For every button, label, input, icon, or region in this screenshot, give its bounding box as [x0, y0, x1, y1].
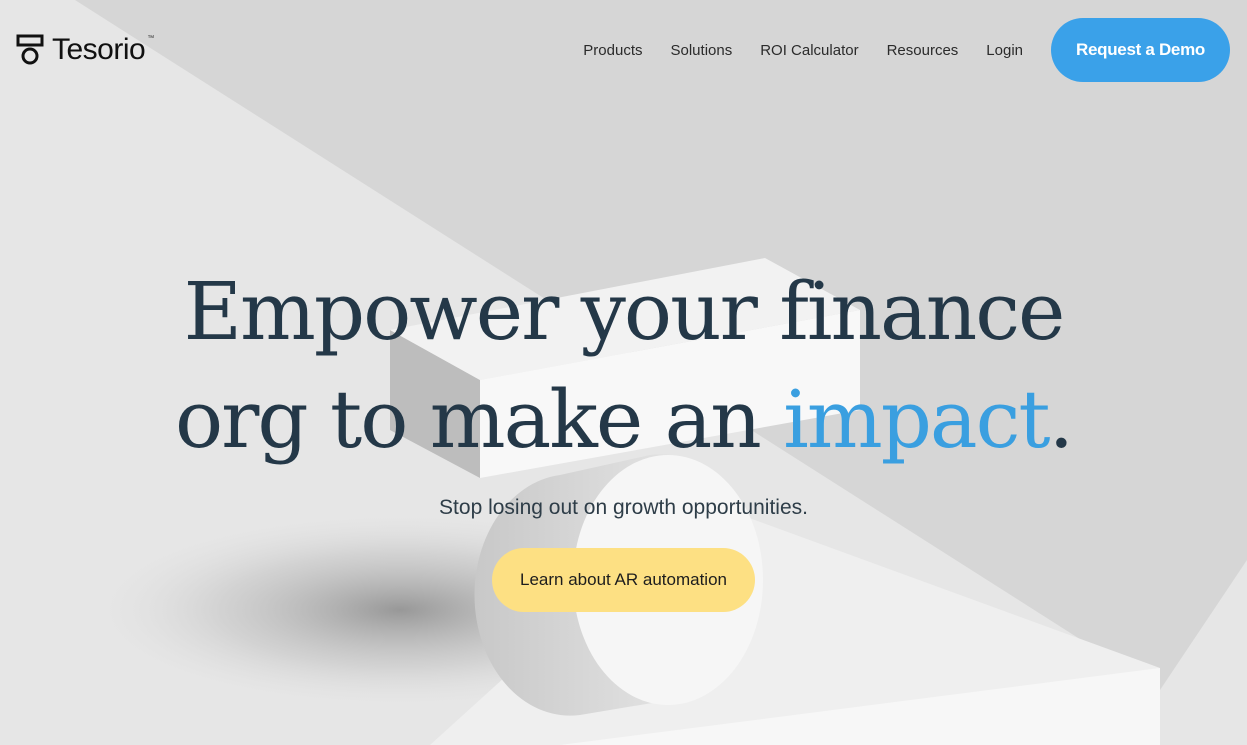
- nav-link-roi-calculator[interactable]: ROI Calculator: [760, 42, 858, 59]
- headline-period: .: [1048, 373, 1074, 466]
- hero-section: Empower your finance org to make an impa…: [0, 258, 1247, 612]
- nav-link-products[interactable]: Products: [583, 42, 642, 59]
- nav-link-resources[interactable]: Resources: [887, 42, 959, 59]
- learn-ar-automation-button[interactable]: Learn about AR automation: [492, 548, 755, 612]
- logo-wordmark: Tesorio: [52, 33, 146, 66]
- hero-headline: Empower your finance org to make an impa…: [0, 258, 1247, 474]
- hero-subtitle: Stop losing out on growth opportunities.: [439, 496, 808, 519]
- site-header: Tesorio ™ Products Solutions ROI Calcula…: [0, 0, 1247, 100]
- logo[interactable]: Tesorio ™: [16, 34, 154, 66]
- nav-link-login[interactable]: Login: [986, 42, 1023, 59]
- nav-link-solutions[interactable]: Solutions: [671, 42, 733, 59]
- main-nav: Products Solutions ROI Calculator Resour…: [583, 18, 1230, 82]
- tesorio-logo-icon: [16, 34, 44, 65]
- headline-line-1: Empower your finance: [183, 265, 1066, 358]
- trademark-symbol: ™: [147, 34, 155, 42]
- headline-line-2-prefix: org to make an: [175, 373, 784, 466]
- request-demo-button[interactable]: Request a Demo: [1051, 18, 1230, 82]
- headline-accent-word: impact: [783, 373, 1050, 466]
